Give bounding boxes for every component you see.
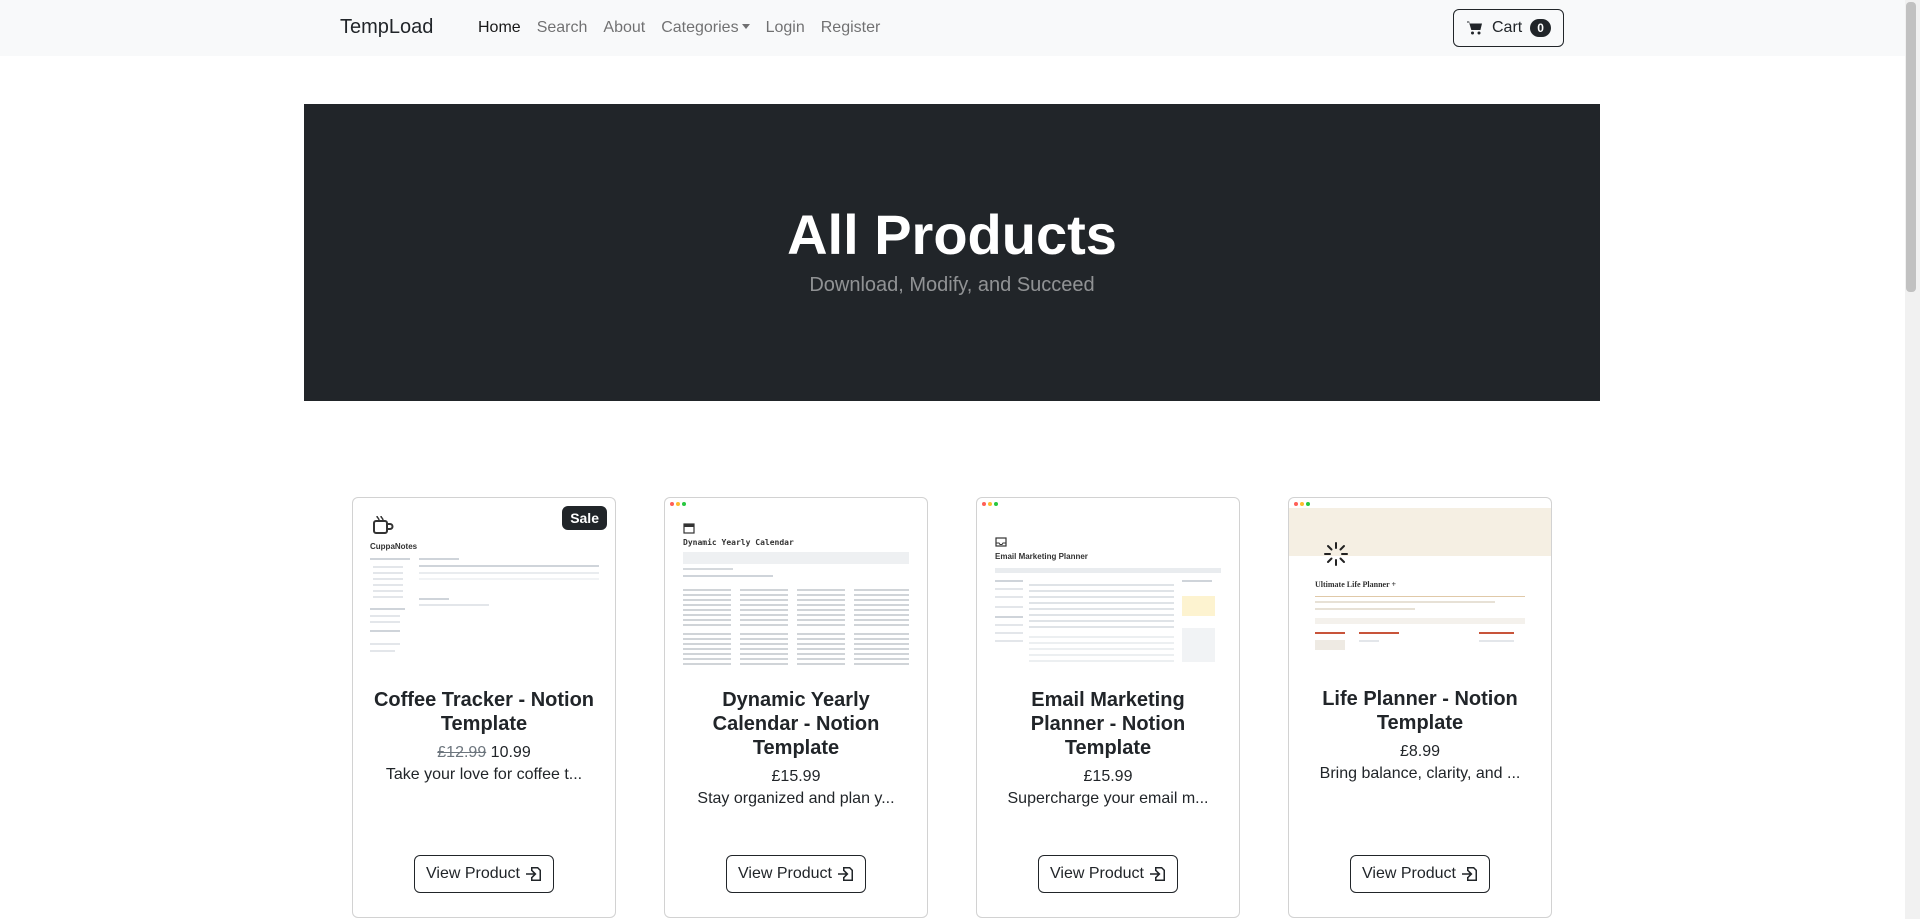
product-sale-price: 10.99 [490,744,531,761]
page-title: All Products [787,203,1117,266]
page-subtitle: Download, Modify, and Succeed [809,273,1095,296]
box-arrow-in-icon [1149,867,1165,881]
product-price: £12.99 10.99 [369,744,599,762]
thumbnail-title: CuppaNotes [370,542,418,551]
box-arrow-in-icon [1461,867,1477,881]
product-card: Ultimate Life Planner + Life Planner - N… [1288,497,1552,918]
cart-count-badge: 0 [1530,19,1551,37]
chevron-down-icon [741,24,750,29]
nav-home[interactable]: Home [470,19,529,37]
view-product-button[interactable]: View Product [414,855,554,893]
hero-banner: All Products Download, Modify, and Succe… [304,104,1600,401]
nav-about[interactable]: About [595,19,653,37]
product-price: £15.99 [1083,768,1133,785]
thumbnail-title: Dynamic Yearly Calendar [683,538,794,547]
brand-logo[interactable]: TempLoad [340,16,433,39]
product-price: £8.99 [1399,743,1441,760]
product-card-body: Coffee Tracker - Notion Template £12.99 … [353,688,615,784]
product-thumbnail[interactable]: Dynamic Yearly Calendar [665,498,927,671]
nav-links: Home Search About Categories Login Regis… [470,19,888,37]
coffee-cup-icon [373,515,394,534]
product-description: Supercharge your email m... [1007,790,1209,807]
window-dots [982,502,998,506]
product-description: Take your love for coffee t... [385,766,583,783]
thumbnail-title: Email Marketing Planner [995,552,1088,561]
product-title: Life Planner - Notion Template [1322,688,1518,734]
product-old-price: £12.99 [437,744,487,761]
window-dots [1294,502,1310,506]
product-description: Bring balance, clarity, and ... [1319,765,1521,782]
product-card: Email Marketing Planner Email Marketing … [976,497,1240,918]
sale-badge: Sale [562,506,607,530]
product-description: Stay organized and plan y... [697,790,895,807]
page: TempLoad Home Search About Categories Lo… [0,0,1905,919]
product-thumbnail[interactable]: CuppaNotes Sale [353,498,615,671]
product-card-body: Dynamic Yearly Calendar - Notion Templat… [665,688,927,808]
spinner-icon [1324,542,1348,566]
nav-categories-label: Categories [661,19,739,36]
view-product-label: View Product [1050,865,1144,882]
view-product-button[interactable]: View Product [726,855,866,893]
product-thumbnail[interactable]: Email Marketing Planner [977,498,1239,671]
box-arrow-in-icon [525,867,541,881]
cart-button[interactable]: Cart 0 [1453,9,1564,47]
thumbnail-title: Ultimate Life Planner + [1315,580,1397,589]
view-product-button[interactable]: View Product [1038,855,1178,893]
box-arrow-in-icon [837,867,853,881]
product-card: Dynamic Yearly Calendar Dynamic Yearly C… [664,497,928,918]
view-product-label: View Product [738,865,832,882]
product-card-body: Email Marketing Planner - Notion Templat… [977,688,1239,808]
calendar-icon [683,523,695,534]
scrollbar-thumb[interactable] [1906,2,1916,292]
view-product-label: View Product [1362,865,1456,882]
nav-login[interactable]: Login [758,19,813,37]
product-card-body: Life Planner - Notion Template £8.99 Bri… [1289,687,1551,783]
navbar: TempLoad Home Search About Categories Lo… [0,0,1905,56]
product-card: CuppaNotes Sale Coffee Tracker - Notion … [352,497,616,918]
nav-search[interactable]: Search [529,19,596,37]
window-dots [670,502,686,506]
product-title: Dynamic Yearly Calendar - Notion Templat… [712,689,880,759]
cart-icon [1467,21,1482,35]
product-thumbnail[interactable]: Ultimate Life Planner + [1289,498,1551,671]
view-product-label: View Product [426,865,520,882]
cart-label: Cart [1492,19,1523,36]
nav-register[interactable]: Register [813,19,889,37]
product-grid: CuppaNotes Sale Coffee Tracker - Notion … [352,497,1552,918]
nav-categories-dropdown[interactable]: Categories [653,19,757,37]
view-product-button[interactable]: View Product [1350,855,1490,893]
inbox-icon [995,537,1007,547]
product-price: £15.99 [771,768,821,785]
product-title: Email Marketing Planner - Notion Templat… [1030,689,1186,759]
product-title: Coffee Tracker - Notion Template [373,689,595,735]
